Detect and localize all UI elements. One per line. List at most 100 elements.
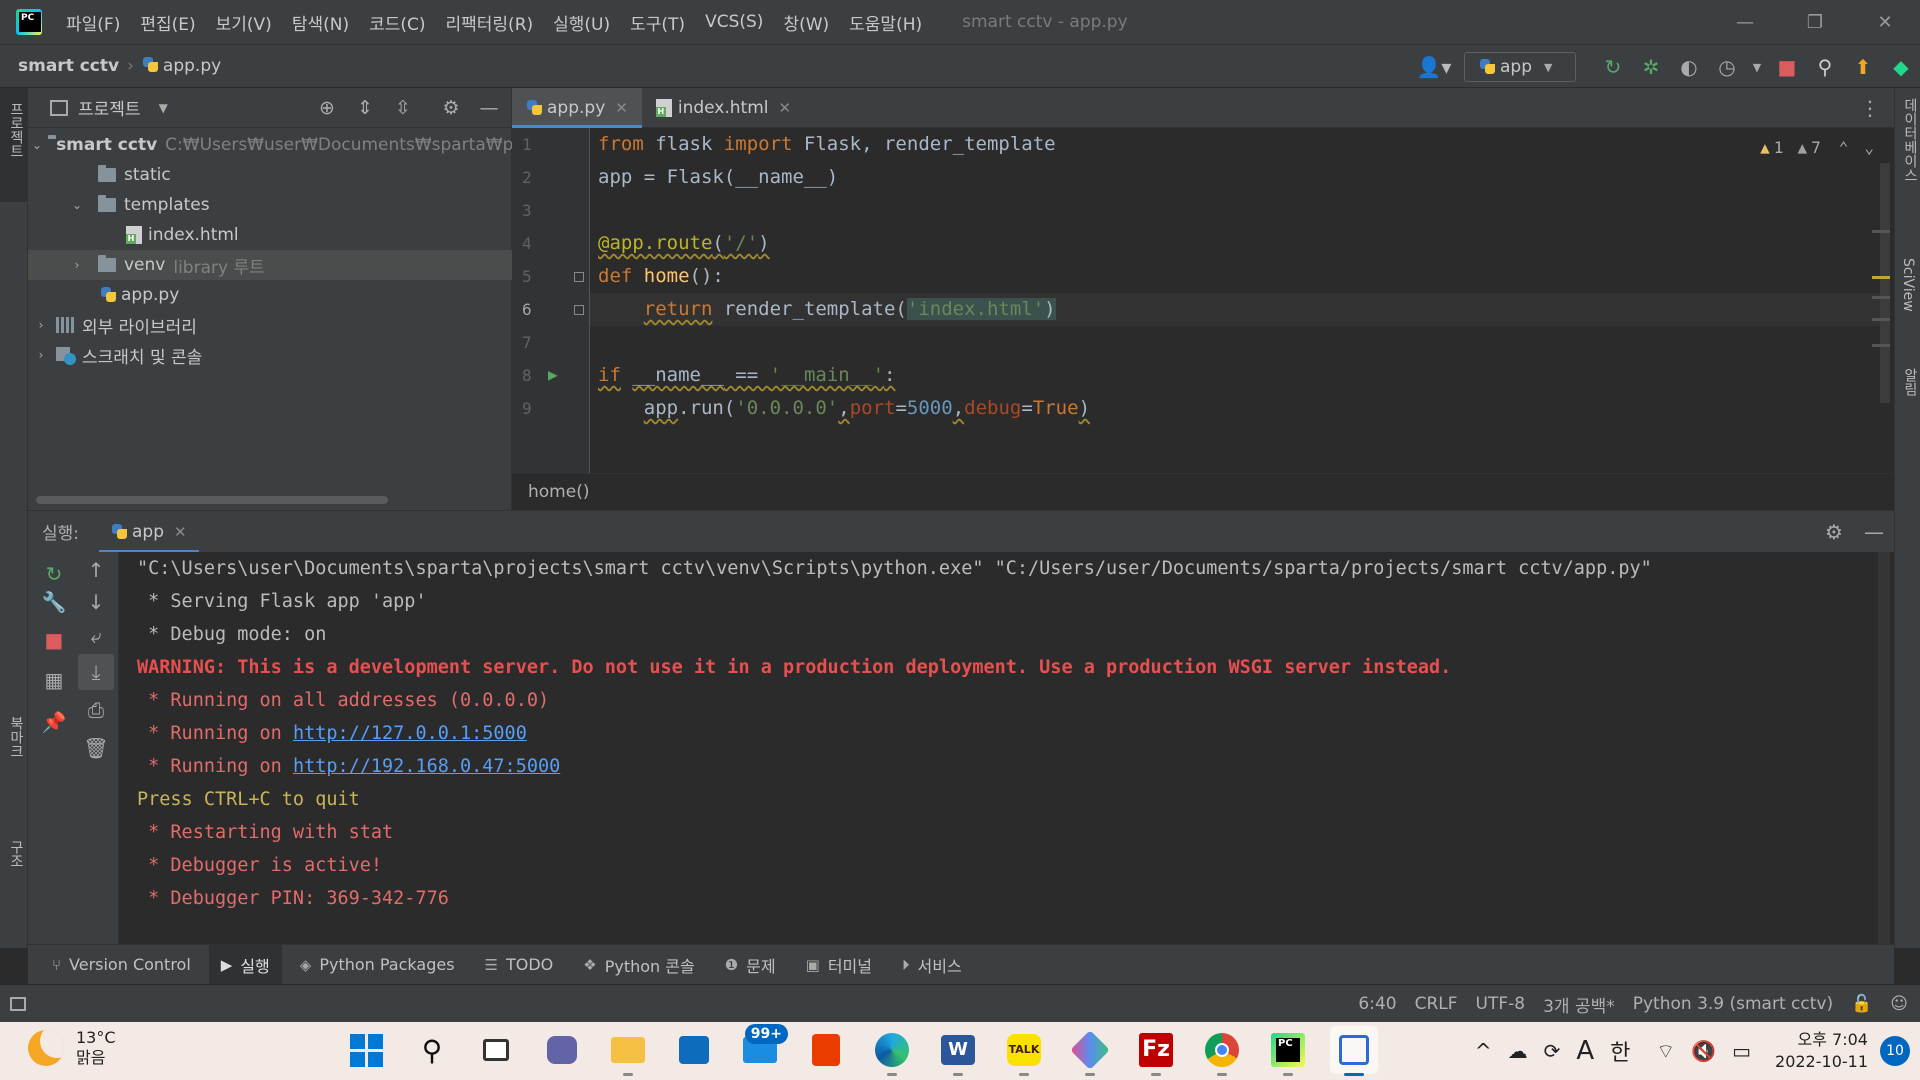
collapse-all-icon[interactable]: ⇳ <box>386 88 420 128</box>
menu-window[interactable]: 창(W) <box>783 10 829 35</box>
expand-all-icon[interactable]: ⇕ <box>348 88 382 128</box>
event-log-icon[interactable]: ☺ <box>1890 994 1908 1014</box>
minimize-button[interactable]: — <box>1710 0 1780 44</box>
menu-file[interactable]: 파일(F) <box>66 10 120 35</box>
bookmarks-tool-button[interactable]: 북마크 <box>6 716 26 758</box>
python-interpreter[interactable]: Python 3.9 (smart cctv) <box>1633 994 1833 1014</box>
menu-code[interactable]: 코드(C) <box>369 10 425 35</box>
gear-icon[interactable]: ⚙ <box>434 88 468 128</box>
arrow-down-icon[interactable]: ↓ <box>78 584 114 620</box>
edge-browser-icon[interactable] <box>868 1026 916 1076</box>
menu-run[interactable]: 실행(U) <box>553 10 610 35</box>
snipping-tool-icon[interactable] <box>1066 1026 1114 1076</box>
wrench-icon[interactable]: 🔧 <box>36 584 72 620</box>
ime-mode-indicator[interactable]: A <box>1576 1036 1594 1066</box>
user-account-icon[interactable]: 👤▾ <box>1404 45 1464 89</box>
close-run-tab-icon[interactable]: ✕ <box>174 523 187 541</box>
more-tabs-icon[interactable]: ⋮ <box>1860 88 1880 128</box>
breadcrumb-file[interactable]: app.py <box>142 56 221 76</box>
project-panel-title[interactable]: 프로젝트 <box>78 95 141 120</box>
chevron-right-icon[interactable]: › <box>68 258 86 272</box>
structure-tool-button[interactable]: 구조 <box>6 840 26 868</box>
rerun-icon[interactable]: ↻ <box>1594 45 1632 89</box>
task-view-icon[interactable] <box>472 1026 520 1074</box>
scroll-marker-warning[interactable] <box>1872 276 1890 279</box>
battery-icon[interactable]: ▭ <box>1732 1039 1751 1063</box>
tool-tab-python-packages[interactable]: ◈ Python Packages <box>288 945 467 985</box>
pin-icon[interactable]: 📌 <box>36 704 72 740</box>
menu-navigate[interactable]: 탐색(N) <box>292 10 349 35</box>
microsoft-store-icon[interactable] <box>670 1026 718 1074</box>
chevron-down-icon[interactable]: ⌄ <box>68 198 86 212</box>
stop-icon[interactable]: ■ <box>36 622 72 658</box>
tree-item-templates[interactable]: ⌄ templates <box>28 190 512 220</box>
tree-item-static[interactable]: static <box>28 160 512 190</box>
menu-edit[interactable]: 편집(E) <box>140 10 195 35</box>
sciview-tool-button[interactable]: SciView <box>1900 258 1916 312</box>
jetbrains-toolbox-icon[interactable]: ◆ <box>1882 45 1920 89</box>
kakaotalk-icon[interactable]: TALK <box>1000 1026 1048 1076</box>
lock-icon[interactable]: 🔓 <box>1851 994 1872 1014</box>
start-button[interactable] <box>342 1026 390 1074</box>
tree-item-app-py[interactable]: app.py <box>28 280 512 310</box>
chrome-icon[interactable] <box>1198 1026 1246 1076</box>
editor-vertical-scrollbar[interactable] <box>1880 163 1890 403</box>
clock[interactable]: 오후 7:04 2022-10-11 <box>1775 1029 1868 1073</box>
speaker-muted-icon[interactable]: 🔇 <box>1691 1039 1716 1063</box>
coverage-icon[interactable]: ◐ <box>1670 45 1708 89</box>
tree-item-scratches[interactable]: › 스크래치 및 콘솔 <box>28 340 512 370</box>
fold-icon[interactable] <box>574 305 584 315</box>
console-link-lan[interactable]: http://192.168.0.47:5000 <box>293 756 560 777</box>
indent-setting[interactable]: 3개 공백* <box>1543 992 1615 1017</box>
restore-button[interactable]: ❐ <box>1780 0 1850 44</box>
debug-icon[interactable]: ✲ <box>1632 45 1670 89</box>
tree-item-root[interactable]: ⌄ smart cctv C:₩Users₩user₩Documents₩spa… <box>28 130 512 160</box>
file-encoding[interactable]: UTF-8 <box>1476 994 1526 1014</box>
tree-item-index-html[interactable]: index.html <box>28 220 512 250</box>
inspection-widget[interactable]: ▲ 1 ▲ 7 ⌃ ⌄ <box>1760 138 1874 157</box>
scroll-to-end-icon[interactable]: ⤓ <box>78 654 114 690</box>
toggle-tool-windows-icon[interactable] <box>10 996 26 1011</box>
menu-tools[interactable]: 도구(T) <box>630 10 685 35</box>
more-run-options-icon[interactable]: ▼ <box>1746 45 1768 89</box>
update-icon[interactable]: ⬆ <box>1844 45 1882 89</box>
hide-panel-icon[interactable]: — <box>1854 511 1894 553</box>
menu-vcs[interactable]: VCS(S) <box>705 12 763 32</box>
tool-tab-terminal[interactable]: ▣ 터미널 <box>794 945 884 985</box>
mail-icon[interactable]: 99+ <box>736 1024 788 1074</box>
tab-app-py[interactable]: app.py ✕ <box>512 88 642 128</box>
menu-refactor[interactable]: 리팩터링(R) <box>446 10 534 35</box>
run-tab-app[interactable]: app ✕ <box>99 511 199 553</box>
breadcrumb-project[interactable]: smart cctv <box>18 56 119 76</box>
arrow-up-icon[interactable]: ↑ <box>78 552 114 588</box>
weather-widget[interactable]: 13°C 맑음 <box>28 1028 116 1068</box>
tool-tab-problems[interactable]: ❶ 문제 <box>713 945 788 985</box>
chevron-right-icon[interactable]: › <box>32 348 50 362</box>
fold-icon[interactable] <box>574 272 584 282</box>
tool-tab-todo[interactable]: ☰ TODO <box>473 945 566 985</box>
previous-highlight-icon[interactable]: ⌃ <box>1839 138 1849 157</box>
search-icon[interactable]: ⚲ <box>1806 45 1844 89</box>
project-tool-button[interactable]: 프로젝트 <box>6 102 26 158</box>
chevron-down-icon[interactable]: ▼ <box>159 101 168 115</box>
locate-file-icon[interactable]: ⊕ <box>310 88 344 128</box>
print-icon[interactable]: ⎙ <box>78 692 114 728</box>
next-highlight-icon[interactable]: ⌄ <box>1864 138 1874 157</box>
wifi-icon[interactable]: ⌔ <box>1656 1039 1675 1064</box>
notification-count-badge[interactable]: 10 <box>1880 1036 1910 1066</box>
notifications-tool-button[interactable]: 알림 <box>1900 368 1920 396</box>
word-icon[interactable]: W <box>934 1026 982 1076</box>
trash-icon[interactable]: 🗑 <box>78 730 114 766</box>
close-tab-icon[interactable]: ✕ <box>778 99 791 117</box>
soft-wrap-icon[interactable]: ⤶ <box>78 618 114 654</box>
code-breadcrumb-home[interactable]: home() <box>528 482 589 502</box>
console-link-localhost[interactable]: http://127.0.0.1:5000 <box>293 723 527 744</box>
profile-icon[interactable]: ◷ <box>1708 45 1746 89</box>
tool-tab-python-console[interactable]: ❖ Python 콘솔 <box>571 945 706 985</box>
search-icon[interactable]: ⚲ <box>408 1026 456 1074</box>
language-indicator[interactable]: 한 <box>1610 1035 1630 1067</box>
tree-item-venv[interactable]: › venv library 루트 <box>28 250 512 280</box>
hide-panel-icon[interactable]: — <box>472 88 506 128</box>
run-gutter-icon[interactable]: ▶ <box>548 365 558 384</box>
code-editor[interactable]: 1 2 3 4 5 6 7 8 9 ▶ from flask import Fl… <box>512 128 1894 473</box>
